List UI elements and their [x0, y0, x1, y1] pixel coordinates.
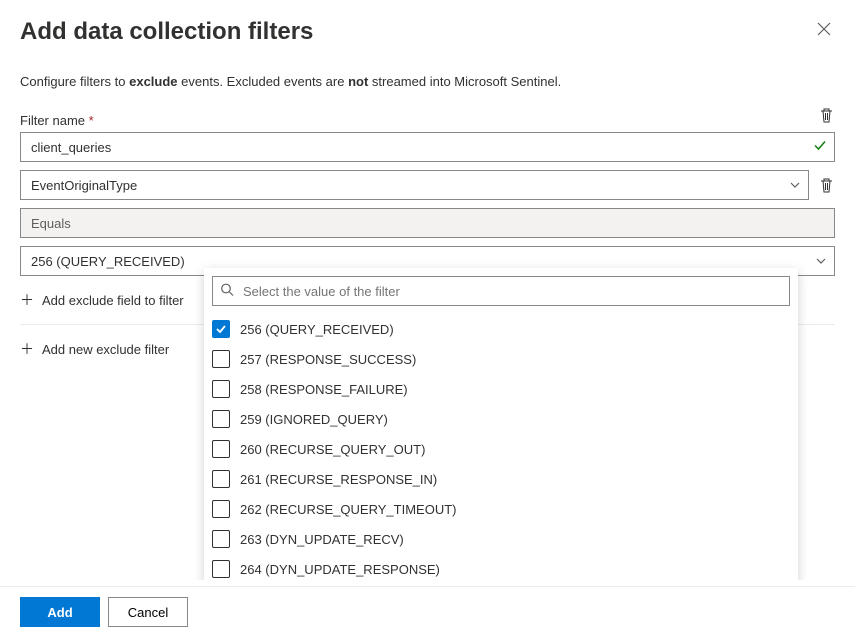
field-select[interactable]: EventOriginalType: [20, 170, 809, 200]
valid-check-icon: [813, 139, 827, 156]
chevron-down-icon: [790, 179, 800, 191]
dropdown-option-label: 260 (RECURSE_QUERY_OUT): [240, 442, 425, 457]
chevron-down-icon: [816, 255, 826, 267]
checkbox[interactable]: [212, 350, 230, 368]
dropdown-option[interactable]: 261 (RECURSE_RESPONSE_IN): [204, 464, 798, 494]
dropdown-option-label: 263 (DYN_UPDATE_RECV): [240, 532, 404, 547]
dropdown-option-label: 262 (RECURSE_QUERY_TIMEOUT): [240, 502, 456, 517]
value-select-value: 256 (QUERY_RECEIVED): [31, 254, 185, 269]
delete-field-icon[interactable]: [817, 176, 835, 194]
dropdown-option-label: 256 (QUERY_RECEIVED): [240, 322, 394, 337]
checkbox[interactable]: [212, 320, 230, 338]
checkbox[interactable]: [212, 440, 230, 458]
dropdown-option-label: 261 (RECURSE_RESPONSE_IN): [240, 472, 437, 487]
search-icon: [220, 283, 234, 300]
dropdown-list[interactable]: 256 (QUERY_RECEIVED) 257 (RESPONSE_SUCCES…: [204, 314, 798, 580]
add-field-label: Add exclude field to filter: [42, 293, 184, 308]
filter-name-label: Filter name *: [20, 113, 835, 128]
add-field-button[interactable]: ＋ Add exclude field to filter: [20, 284, 184, 316]
description-text: Configure filters to exclude events. Exc…: [20, 74, 835, 89]
checkbox[interactable]: [212, 560, 230, 578]
close-icon[interactable]: [813, 18, 835, 44]
field-select-value: EventOriginalType: [31, 178, 137, 193]
checkbox[interactable]: [212, 410, 230, 428]
checkbox[interactable]: [212, 380, 230, 398]
dropdown-option[interactable]: 263 (DYN_UPDATE_RECV): [204, 524, 798, 554]
dropdown-option[interactable]: 260 (RECURSE_QUERY_OUT): [204, 434, 798, 464]
dropdown-option-label: 264 (DYN_UPDATE_RESPONSE): [240, 562, 440, 577]
dropdown-option[interactable]: 264 (DYN_UPDATE_RESPONSE): [204, 554, 798, 580]
dropdown-option[interactable]: 259 (IGNORED_QUERY): [204, 404, 798, 434]
checkbox[interactable]: [212, 470, 230, 488]
cancel-button[interactable]: Cancel: [108, 597, 188, 627]
add-button[interactable]: Add: [20, 597, 100, 627]
checkbox[interactable]: [212, 500, 230, 518]
value-dropdown: 256 (QUERY_RECEIVED) 257 (RESPONSE_SUCCES…: [204, 268, 798, 580]
dropdown-option-label: 258 (RESPONSE_FAILURE): [240, 382, 408, 397]
plus-icon: ＋: [20, 290, 34, 310]
checkbox[interactable]: [212, 530, 230, 548]
dropdown-search-input[interactable]: [212, 276, 790, 306]
delete-filter-icon[interactable]: [817, 106, 835, 124]
dropdown-option[interactable]: 256 (QUERY_RECEIVED): [204, 314, 798, 344]
plus-icon: ＋: [20, 339, 34, 359]
operator-select-value: Equals: [31, 216, 71, 231]
operator-select: Equals: [20, 208, 835, 238]
dropdown-option-label: 259 (IGNORED_QUERY): [240, 412, 388, 427]
page-title: Add data collection filters: [20, 18, 313, 46]
add-filter-button[interactable]: ＋ Add new exclude filter: [20, 333, 169, 365]
dropdown-option[interactable]: 258 (RESPONSE_FAILURE): [204, 374, 798, 404]
add-filter-label: Add new exclude filter: [42, 342, 169, 357]
filter-name-input[interactable]: [20, 132, 835, 162]
footer: Add Cancel: [0, 586, 855, 637]
dropdown-option-label: 257 (RESPONSE_SUCCESS): [240, 352, 416, 367]
dropdown-option[interactable]: 262 (RECURSE_QUERY_TIMEOUT): [204, 494, 798, 524]
dropdown-option[interactable]: 257 (RESPONSE_SUCCESS): [204, 344, 798, 374]
